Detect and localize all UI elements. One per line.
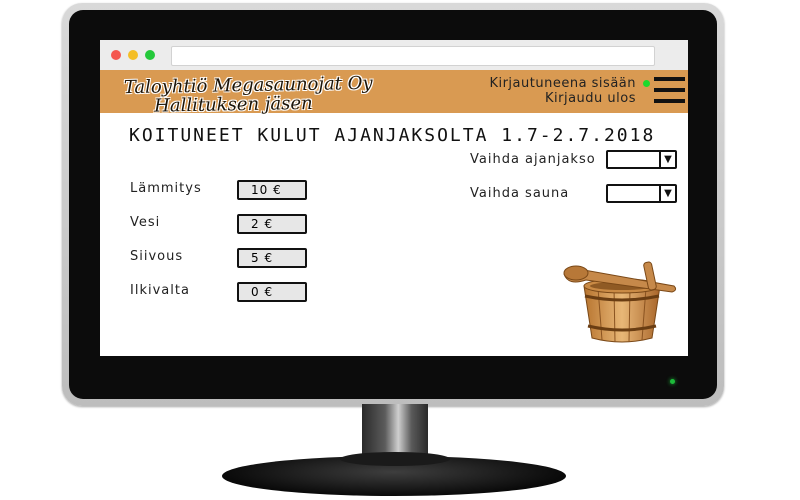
site-header: Taloyhtiö Megasaunojat Oy Hallituksen jä… [100, 70, 688, 117]
logged-in-text: Kirjautuneena sisään [489, 76, 636, 91]
cost-value: 0 € [237, 282, 307, 302]
sauna-select[interactable]: ▼ [606, 184, 677, 203]
browser-toolbar [100, 40, 688, 70]
period-select[interactable]: ▼ [606, 150, 677, 169]
maximize-window-button[interactable] [145, 50, 155, 60]
logout-link[interactable]: Kirjaudu ulos [489, 91, 636, 106]
online-status-icon [643, 80, 650, 87]
dropdown-arrow-icon: ▼ [659, 186, 675, 201]
brand-logo: Taloyhtiö Megasaunojat Oy Hallituksen jä… [124, 73, 373, 117]
address-bar[interactable] [171, 46, 655, 66]
cost-label: Lämmitys [130, 181, 202, 196]
cost-label: Ilkivalta [130, 283, 190, 298]
dropdown-arrow-icon: ▼ [659, 152, 675, 167]
minimize-window-button[interactable] [128, 50, 138, 60]
cost-label: Siivous [130, 249, 184, 264]
page-title: KOITUNEET KULUT AJANJAKSOLTA 1.7-2.7.201… [129, 125, 656, 146]
hamburger-menu-icon[interactable] [654, 77, 685, 105]
close-window-button[interactable] [111, 50, 121, 60]
cost-label: Vesi [130, 215, 161, 230]
monitor-stand-joint [340, 452, 450, 466]
power-led [670, 379, 675, 384]
period-select-label: Vaihda ajanjakso [470, 152, 596, 167]
brand-role: Hallituksen jäsen [153, 92, 313, 117]
cost-value: 10 € [237, 180, 307, 200]
cost-value: 5 € [237, 248, 307, 268]
sauna-select-label: Vaihda sauna [470, 186, 570, 201]
cost-value: 2 € [237, 214, 307, 234]
login-status: Kirjautuneena sisään Kirjaudu ulos [489, 76, 636, 106]
browser-window: Taloyhtiö Megasaunojat Oy Hallituksen jä… [100, 40, 688, 356]
sauna-bucket-image [563, 261, 677, 343]
